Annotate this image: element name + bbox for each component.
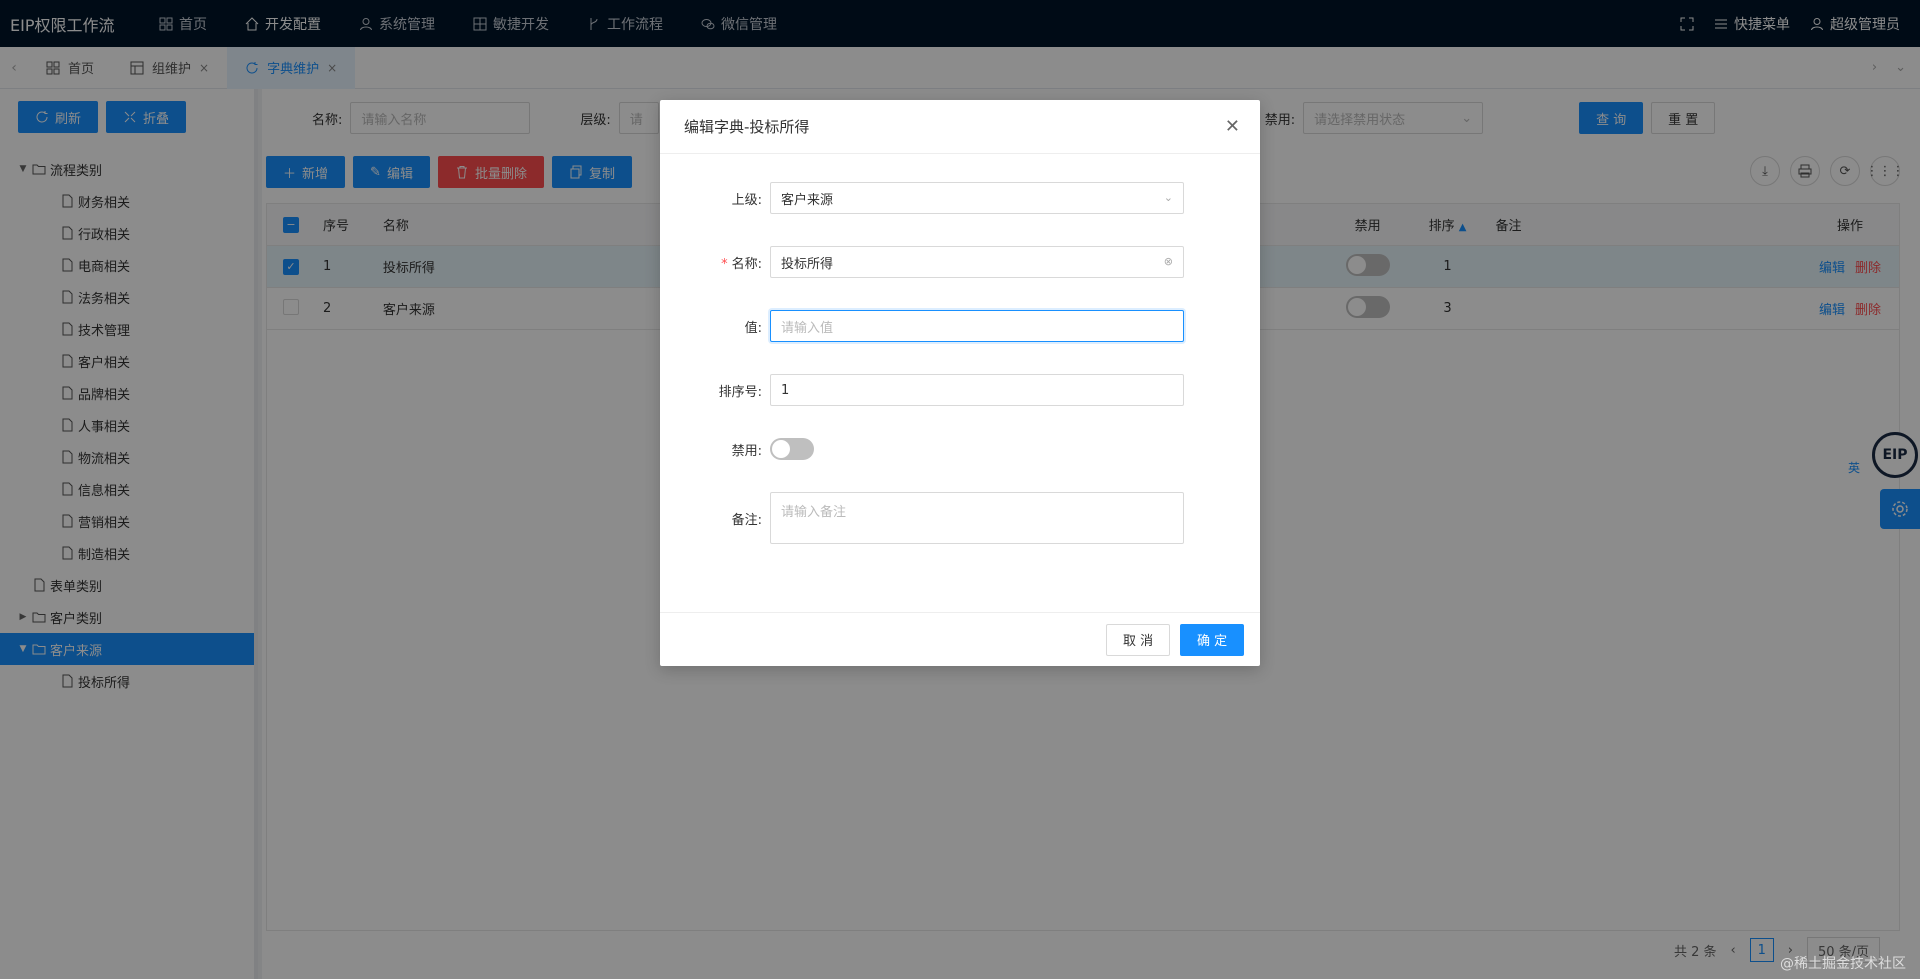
ok-label: 确 定 — [1196, 634, 1228, 649]
parent-select[interactable]: 客户来源 ⌄ — [770, 182, 1184, 214]
remark-placeholder: 请输入备注 — [781, 505, 847, 520]
remark-textarea[interactable]: 请输入备注 — [770, 492, 1184, 544]
name-label: 名称: — [731, 256, 762, 272]
parent-value: 客户来源 — [781, 192, 834, 208]
sort-input[interactable]: 1 — [770, 374, 1184, 406]
remark-row: 备注: 请输入备注 — [660, 492, 1260, 544]
name-input[interactable]: 投标所得 ⊗ — [770, 246, 1184, 278]
edit-dict-dialog: 编辑字典-投标所得 ✕ 上级: 客户来源 ⌄ * 名称: 投标所得 ⊗ 值: 请输… — [660, 100, 1260, 666]
ok-button[interactable]: 确 定 — [1180, 623, 1244, 656]
remark-label: 备注: — [731, 512, 762, 528]
value-input[interactable]: 请输入值 — [770, 310, 1184, 342]
clear-icon[interactable]: ⊗ — [1164, 255, 1173, 268]
sort-value: 1 — [781, 382, 790, 398]
watermark: @稀土掘金技术社区 — [1780, 956, 1906, 972]
value-placeholder: 请输入值 — [781, 320, 834, 336]
sort-label: 排序号: — [718, 384, 762, 400]
chevron-down-icon: ⌄ — [1163, 191, 1173, 204]
name-row: * 名称: 投标所得 ⊗ — [660, 246, 1260, 278]
cancel-button[interactable]: 取 消 — [1106, 623, 1170, 656]
cancel-label: 取 消 — [1122, 634, 1154, 649]
parent-label: 上级: — [731, 192, 762, 208]
name-value: 投标所得 — [781, 256, 834, 272]
dialog-footer: 取 消 确 定 — [660, 612, 1260, 666]
disabled-label: 禁用: — [731, 443, 762, 459]
sort-row: 排序号: 1 — [660, 374, 1260, 406]
parent-row: 上级: 客户来源 ⌄ — [660, 182, 1260, 214]
name-label-wrap: * 名称: — [660, 253, 770, 272]
disabled-switch[interactable] — [770, 438, 814, 460]
value-row: 值: 请输入值 — [660, 310, 1260, 342]
dialog-header: 编辑字典-投标所得 ✕ — [660, 100, 1260, 154]
required-mark: * — [721, 256, 728, 272]
value-label: 值: — [744, 320, 762, 336]
dialog-body: 上级: 客户来源 ⌄ * 名称: 投标所得 ⊗ 值: 请输入值 排序号: 1 禁… — [660, 154, 1260, 544]
dialog-title: 编辑字典-投标所得 — [684, 118, 810, 136]
close-icon[interactable]: ✕ — [1225, 116, 1240, 137]
disabled-row: 禁用: — [660, 438, 1260, 460]
